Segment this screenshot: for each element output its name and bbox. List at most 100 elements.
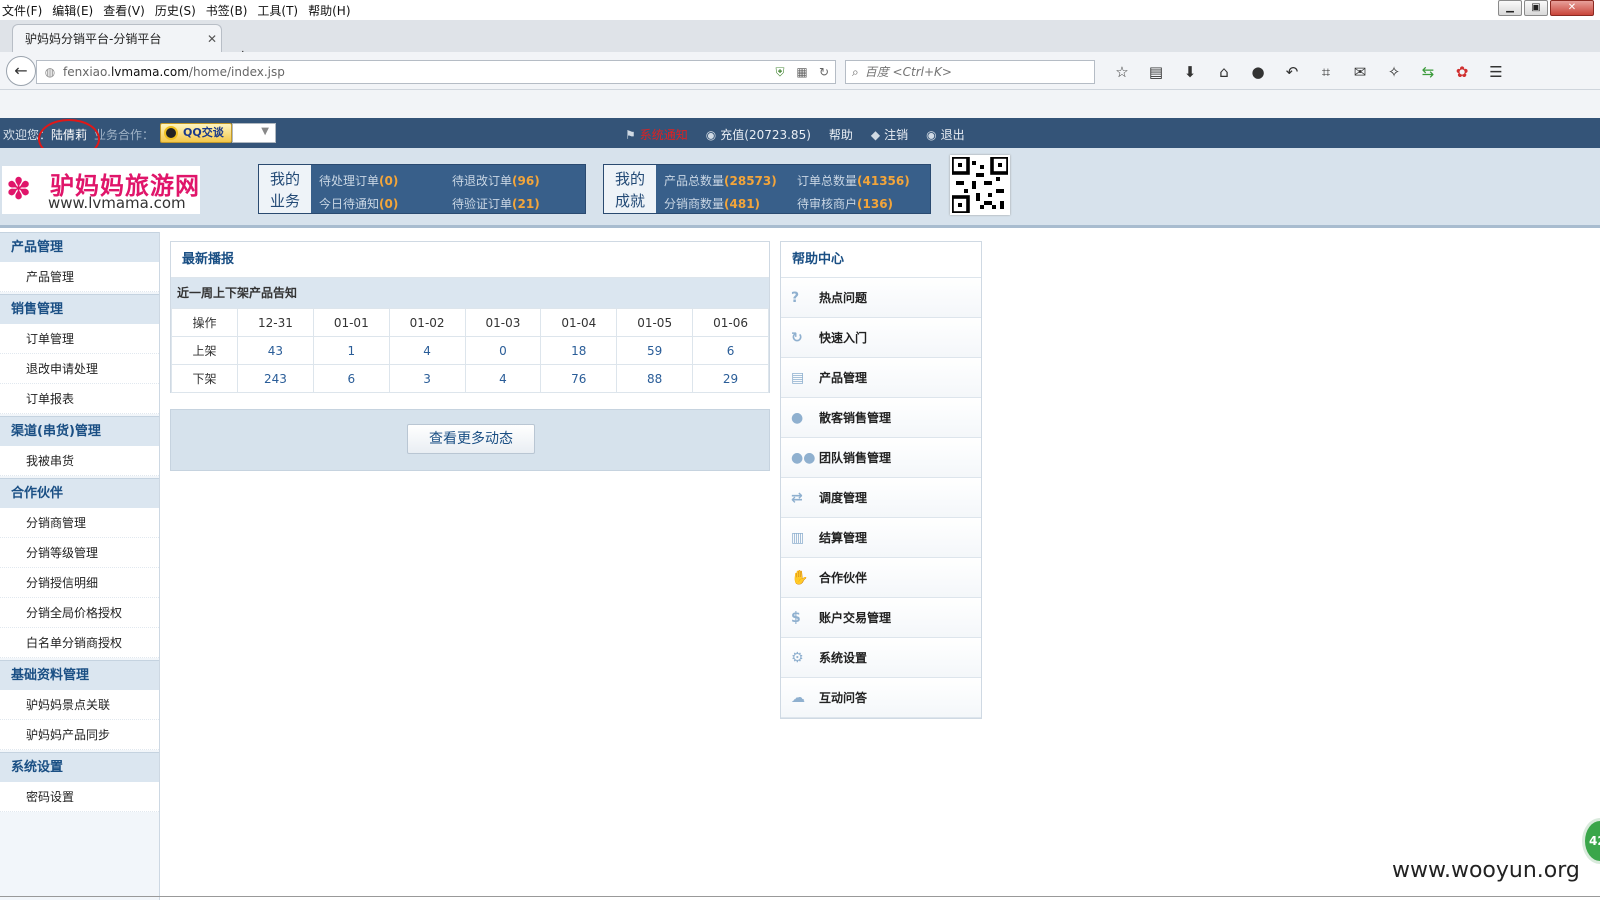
menu-file[interactable]: 文件(F) [2, 2, 42, 19]
reload-icon[interactable]: ↻ [813, 65, 835, 79]
sidebar-item[interactable]: 驴妈妈景点关联 [0, 690, 159, 720]
menu-view[interactable]: 查看(V) [103, 2, 145, 19]
help-item[interactable]: ▥ 结算管理 [781, 518, 981, 558]
sidebar-item[interactable]: 密码设置 [0, 782, 159, 812]
maximize-button[interactable]: ▣ [1524, 0, 1548, 16]
undo-icon[interactable]: ↶ [1275, 60, 1309, 84]
shield-icon[interactable]: ⛨ [769, 65, 791, 80]
pending-orders-link[interactable]: 待处理订单(0) [319, 172, 398, 189]
help-item[interactable]: ▤ 产品管理 [781, 358, 981, 398]
menu-help[interactable]: 帮助(H) [308, 2, 350, 19]
home-icon[interactable]: ⌂ [1207, 60, 1241, 84]
menu-bookmarks[interactable]: 书签(B) [206, 2, 248, 19]
table-cell[interactable]: 29 [692, 364, 769, 393]
table-cell[interactable]: 43 [237, 336, 314, 365]
recharge-link[interactable]: ◉ 充值(20723.85) [706, 126, 811, 143]
order-count-link[interactable]: 订单总数量(41356) [797, 172, 910, 189]
table-cell: 操作 [171, 308, 238, 337]
search-bar[interactable]: ⌕ [845, 60, 1095, 84]
more-news-button[interactable]: 查看更多动态 [407, 424, 535, 454]
sidebar-item[interactable]: 分销授信明细 [0, 568, 159, 598]
sidebar-item[interactable]: 分销商管理 [0, 508, 159, 538]
minimize-button[interactable]: ▁ [1498, 0, 1522, 16]
sidebar-group-title[interactable]: 产品管理 [0, 232, 159, 262]
qrcode-icon[interactable]: ▦ [791, 65, 813, 79]
table-cell[interactable]: 243 [237, 364, 314, 393]
today-notify-link[interactable]: 今日待通知(0) [319, 195, 398, 212]
sidebar-item[interactable]: 分销等级管理 [0, 538, 159, 568]
chat-icon[interactable]: ● [1241, 60, 1275, 84]
distributor-count-link[interactable]: 分销商数量(481) [664, 195, 760, 212]
table-cell[interactable]: 88 [616, 364, 694, 393]
sidebar-item[interactable]: 退改申请处理 [0, 354, 159, 384]
floating-badge-button[interactable]: 42 [1582, 818, 1600, 864]
tag-icon: ◆ [870, 128, 881, 142]
sidebar-item[interactable]: 订单管理 [0, 324, 159, 354]
help-item[interactable]: ✋ 合作伙伴 [781, 558, 981, 598]
close-window-button[interactable]: ✕ [1550, 0, 1594, 16]
verify-orders-link[interactable]: 待验证订单(21) [452, 195, 540, 212]
menu-edit[interactable]: 编辑(E) [52, 2, 93, 19]
message-icon[interactable]: ✉ [1343, 60, 1377, 84]
table-cell[interactable]: 3 [388, 364, 466, 393]
my-business-label: 我的 业务 [259, 165, 311, 213]
table-cell[interactable]: 6 [692, 336, 769, 365]
logout-link[interactable]: ◉ 退出 [926, 126, 965, 143]
close-tab-icon[interactable]: ✕ [203, 32, 221, 46]
help-item[interactable]: ●● 团队销售管理 [781, 438, 981, 478]
crop-icon[interactable]: ⌗ [1309, 60, 1343, 84]
menu-history[interactable]: 历史(S) [155, 2, 196, 19]
url-text[interactable]: fenxiao.lvmama.com/home/index.jsp [63, 65, 769, 79]
sidebar-group-title[interactable]: 渠道(串货)管理 [0, 416, 159, 446]
site-logo[interactable]: ✽ 驴妈妈旅游网 www.lvmama.com [2, 166, 200, 214]
star-icon[interactable]: ☆ [1105, 60, 1139, 84]
pending-review-link[interactable]: 待审核商户(136) [797, 195, 893, 212]
sidebar-item[interactable]: 分销全局价格授权 [0, 598, 159, 628]
table-cell[interactable]: 18 [540, 336, 618, 365]
extension-icon[interactable]: ✿ [1445, 60, 1479, 84]
sidebar-group-title[interactable]: 合作伙伴 [0, 478, 159, 508]
help-item[interactable]: ↻ 快速入门 [781, 318, 981, 358]
sidebar-group-title[interactable]: 销售管理 [0, 294, 159, 324]
register-link[interactable]: ◆ 注销 [871, 126, 908, 143]
browser-tab[interactable]: 驴妈妈分销平台-分销平台 ✕ [12, 24, 222, 52]
sidebar-item[interactable]: 产品管理 [0, 262, 159, 292]
search-input[interactable] [864, 65, 1075, 79]
sidebar-item[interactable]: 白名单分销商授权 [0, 628, 159, 658]
menu-icon[interactable]: ☰ [1479, 60, 1513, 84]
sidebar-group-title[interactable]: 基础资料管理 [0, 660, 159, 690]
back-button[interactable]: ← [6, 56, 36, 86]
product-count-link[interactable]: 产品总数量(28573) [664, 172, 777, 189]
menu-tools[interactable]: 工具(T) [257, 2, 298, 19]
chevron-down-icon: ▼ [261, 126, 269, 137]
sidebar-group-title[interactable]: 系统设置 [0, 752, 159, 782]
system-notice-link[interactable]: ⚑ 系统通知 [625, 126, 688, 143]
help-item[interactable]: ⚙ 系统设置 [781, 638, 981, 678]
sidebar-item[interactable]: 驴妈妈产品同步 [0, 720, 159, 750]
help-item[interactable]: $ 账户交易管理 [781, 598, 981, 638]
help-item[interactable]: ☁ 互动问答 [781, 678, 981, 718]
sidebar-item[interactable]: 订单报表 [0, 384, 159, 414]
table-cell[interactable]: 1 [312, 336, 390, 365]
table-cell[interactable]: 4 [388, 336, 466, 365]
help-item[interactable]: ⇄ 调度管理 [781, 478, 981, 518]
qq-chat-button[interactable]: QQ交谈 [160, 123, 232, 143]
help-item[interactable]: ● 散客销售管理 [781, 398, 981, 438]
reader-icon[interactable]: ▤ [1139, 60, 1173, 84]
table-cell[interactable]: 4 [464, 364, 542, 393]
sync-icon[interactable]: ⇆ [1411, 60, 1445, 84]
table-cell[interactable]: 59 [616, 336, 694, 365]
table-cell[interactable]: 76 [540, 364, 618, 393]
sidebar-item[interactable]: 我被串货 [0, 446, 159, 476]
table-cell[interactable]: 6 [312, 364, 390, 393]
address-bar[interactable]: ◍ fenxiao.lvmama.com/home/index.jsp ⛨ ▦ … [36, 60, 836, 84]
download-icon[interactable]: ⬇ [1173, 60, 1207, 84]
table-cell: 01-06 [692, 308, 769, 337]
table-cell[interactable]: 0 [464, 336, 542, 365]
help-link[interactable]: 帮助 [829, 126, 853, 143]
refund-orders-link[interactable]: 待退改订单(96) [452, 172, 540, 189]
help-item[interactable]: ? 热点问题 [781, 278, 981, 318]
cleaner-icon[interactable]: ✧ [1377, 60, 1411, 84]
coop-dropdown[interactable]: ▼ [232, 123, 276, 143]
donkey-logo-icon: ✽ [6, 172, 32, 207]
